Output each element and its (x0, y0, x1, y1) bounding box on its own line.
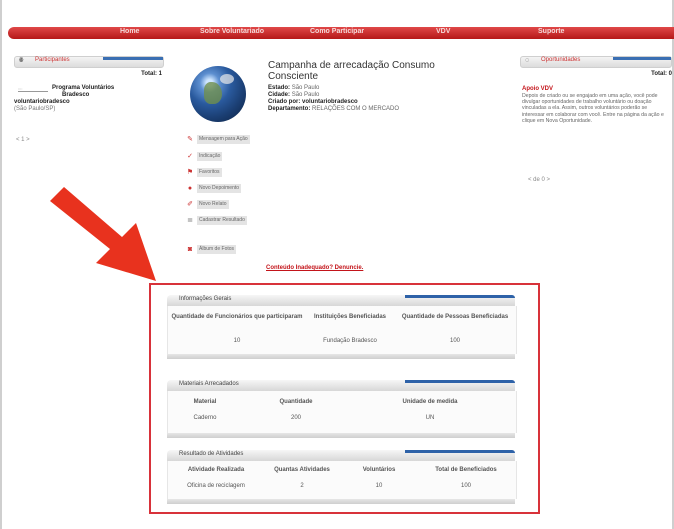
table-cell: 10 (375, 483, 383, 489)
col-header: Voluntários (362, 467, 396, 473)
action-indication[interactable]: ✓ Indicação (186, 151, 260, 162)
results-title: Resultado de Atividades (179, 451, 244, 457)
action-register-result[interactable]: ≣ Cadastrar Resultado (186, 215, 260, 226)
col-header: Quantidade de Pessoas Beneficiadas (401, 314, 509, 320)
section-footer (167, 433, 515, 438)
lightbulb-icon: ◌ (525, 57, 530, 64)
participants-total: Total: 1 (141, 71, 162, 77)
camera-icon: ◙ (187, 245, 193, 253)
col-header: Material (193, 399, 217, 405)
program-name-line1: Programa Voluntários (52, 85, 115, 91)
action-message[interactable]: ✎ Mensagem para Ação (186, 134, 260, 145)
general-info-title: Informações Gerais (179, 296, 232, 302)
header-accent-bar (405, 450, 515, 453)
campaign-department: Departamento: RELAÇÕES COM O MERCADO (268, 106, 400, 112)
header-accent-bar (103, 57, 163, 60)
table-cell: UN (425, 415, 435, 421)
header-accent-bar (613, 57, 671, 60)
pencil-icon: ✐ (187, 200, 193, 208)
nav-support[interactable]: Suporte (538, 28, 564, 35)
campaign-state: Estado: São Paulo (268, 85, 320, 91)
opportunities-header: ◌ Oportunidades (520, 56, 672, 68)
materials-title: Materiais Arrecadados (179, 381, 239, 387)
general-info-header: Informações Gerais (167, 295, 515, 306)
top-navigation: Home Sobre Voluntariado Como Participar … (8, 27, 674, 39)
table-cell: 10 (233, 338, 241, 344)
nav-how-to-participate[interactable]: Como Participar (310, 28, 364, 35)
message-icon: ✎ (187, 135, 193, 143)
col-header: Total de Beneficiados (435, 467, 497, 473)
table-cell: 2 (300, 483, 304, 489)
opportunities-title: Oportunidades (541, 57, 581, 63)
people-icon: ꙮ (19, 57, 24, 63)
check-icon: ✓ (187, 152, 193, 160)
participants-header: ꙮ Participantes (14, 56, 164, 68)
table-cell: Fundação Bradesco (323, 338, 377, 344)
table-cell: 200 (290, 415, 301, 421)
list-icon: ≣ (187, 216, 193, 224)
action-favorites[interactable]: ⚑ Favoritos (186, 167, 260, 178)
col-header: Unidade de medida (402, 399, 458, 405)
opportunities-text: Depois de criado ou se engajado em uma a… (522, 93, 664, 124)
report-inappropriate-link[interactable]: Conteúdo Inadequado? Denuncie. (266, 265, 363, 271)
results-body: Atividade Realizada Quantas Atividades V… (167, 461, 517, 499)
flag-icon: ⚑ (186, 168, 194, 176)
general-info-body: Quantidade de Funcionários que participa… (167, 306, 517, 354)
opportunities-pager[interactable]: < de 0 > (528, 177, 550, 183)
action-new-testimony[interactable]: ● Novo Depoimento (186, 183, 260, 194)
table-cell: 100 (449, 338, 460, 344)
table-cell: Oficina de reciclagem (187, 483, 245, 489)
campaign-city: Cidade: São Paulo (268, 92, 320, 98)
table-cell: Caderno (193, 415, 217, 421)
col-header: Atividade Realizada (187, 467, 245, 473)
materials-header: Materiais Arrecadados (167, 380, 515, 391)
campaign-creator: Criado por: voluntariobradesco (268, 99, 358, 105)
participant-location: (São Paulo/SP) (14, 106, 56, 112)
opportunities-heading: Apoio VDV (522, 86, 553, 92)
opportunities-total: Total: 0 (651, 71, 672, 77)
header-accent-bar (405, 295, 515, 298)
results-header: Resultado de Atividades (167, 450, 515, 461)
col-header: Quantidade de Funcionários que participa… (171, 314, 303, 320)
materials-body: Material Quantidade Unidade de medida Ca… (167, 391, 517, 433)
red-arrow-icon (50, 187, 156, 281)
campaign-title: Campanha de arrecadação Consumo Conscien… (268, 60, 435, 82)
participants-title: Participantes (35, 57, 70, 63)
col-header: Quantidade (279, 399, 313, 405)
program-logo: :::: (18, 85, 48, 92)
header-accent-bar (405, 380, 515, 383)
col-header: Instituições Beneficiadas (313, 314, 387, 320)
campaign-globe-image (190, 66, 246, 122)
program-name-line2: Bradesco (62, 92, 90, 98)
table-cell: 100 (460, 483, 471, 489)
col-header: Quantas Atividades (274, 467, 330, 473)
action-photo-album[interactable]: ◙ Álbum de Fotos (186, 244, 260, 255)
participant-user-link[interactable]: voluntariobradesco (14, 99, 70, 106)
section-footer (167, 499, 515, 504)
section-footer (167, 354, 515, 359)
pin-icon: ● (187, 184, 193, 192)
nav-home[interactable]: Home (120, 28, 139, 35)
participants-pager[interactable]: < 1 > (16, 137, 30, 143)
action-new-report[interactable]: ✐ Novo Relato (186, 199, 260, 210)
nav-vdv[interactable]: VDV (436, 28, 450, 35)
nav-about-volunteering[interactable]: Sobre Voluntariado (200, 28, 264, 35)
